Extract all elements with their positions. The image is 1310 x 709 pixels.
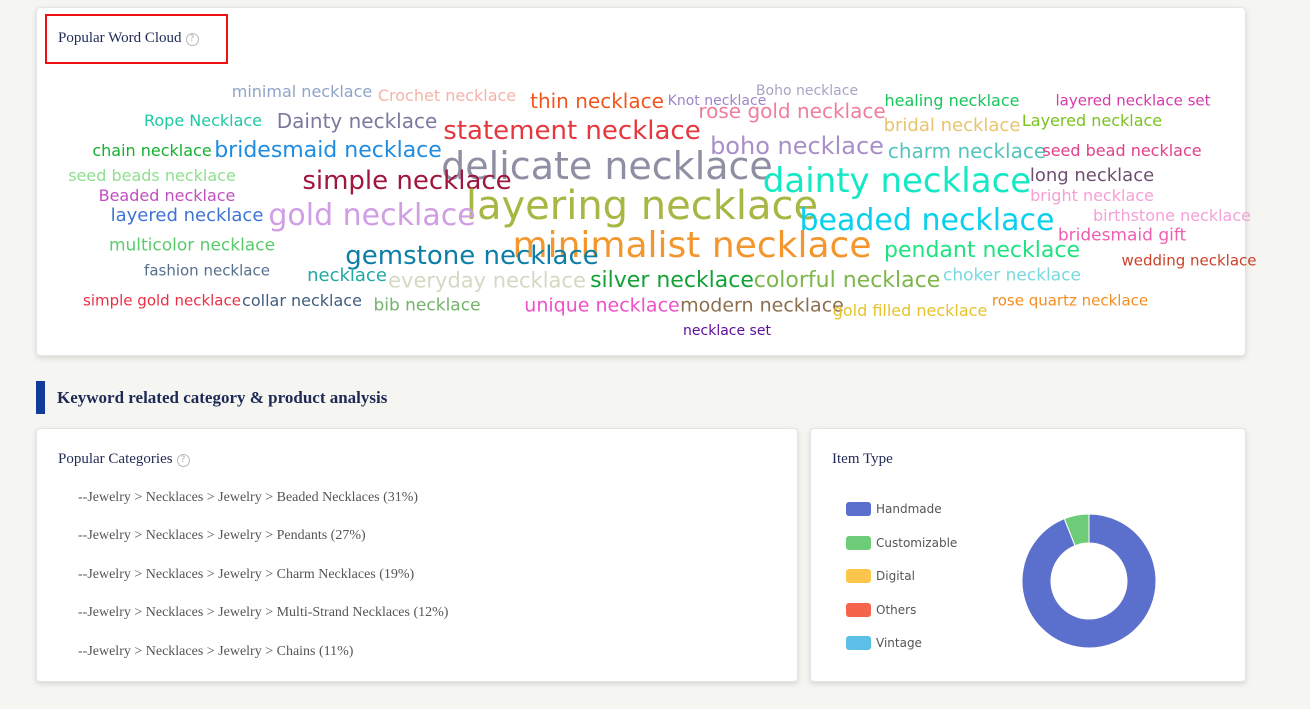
popular-categories-title: Popular Categories? <box>58 451 190 468</box>
word-cloud-term[interactable]: layered necklace <box>111 207 264 225</box>
word-cloud-term[interactable]: seed beads necklace <box>68 168 236 184</box>
word-cloud-term[interactable]: statement necklace <box>443 118 700 144</box>
highlight-box <box>45 14 228 64</box>
category-row[interactable]: --Jewelry > Necklaces > Jewelry > Chains… <box>78 644 353 660</box>
word-cloud-term[interactable]: bright necklace <box>1030 188 1154 204</box>
word-cloud-term[interactable]: rose gold necklace <box>698 101 885 121</box>
legend-label: Digital <box>876 569 915 583</box>
legend-swatch <box>846 502 871 516</box>
item-type-donut-chart <box>1021 513 1157 649</box>
word-cloud-term[interactable]: choker necklace <box>943 267 1081 285</box>
word-cloud-term[interactable]: collar necklace <box>242 293 362 309</box>
word-cloud-term[interactable]: everyday necklace <box>388 270 586 292</box>
word-cloud-term[interactable]: Rope Necklace <box>144 113 262 129</box>
word-cloud-term[interactable]: Dainty necklace <box>277 111 438 131</box>
legend-swatch <box>846 636 871 650</box>
legend-label: Others <box>876 603 917 617</box>
word-cloud-term[interactable]: long necklace <box>1030 167 1154 185</box>
word-cloud-term[interactable]: Boho necklace <box>756 84 858 98</box>
word-cloud-term[interactable]: bib necklace <box>373 297 480 315</box>
category-row[interactable]: --Jewelry > Necklaces > Jewelry > Pendan… <box>78 528 366 544</box>
word-cloud-term[interactable]: modern necklace <box>680 296 844 316</box>
word-cloud-term[interactable]: gold filled necklace <box>833 303 988 319</box>
word-cloud-term[interactable]: chain necklace <box>92 143 211 159</box>
word-cloud-term[interactable]: silver necklace <box>590 270 754 292</box>
word-cloud-term[interactable]: pendant necklace <box>884 240 1080 262</box>
word-cloud-term[interactable]: minimal necklace <box>232 84 372 100</box>
word-cloud-term[interactable]: bridesmaid necklace <box>214 140 442 162</box>
category-row[interactable]: --Jewelry > Necklaces > Jewelry > Multi-… <box>78 605 448 621</box>
section-accent-bar <box>36 381 45 414</box>
help-icon[interactable]: ? <box>176 454 190 467</box>
category-row[interactable]: --Jewelry > Necklaces > Jewelry > Charm … <box>78 567 414 583</box>
legend-label: Vintage <box>876 636 922 650</box>
word-cloud-term[interactable]: gold necklace <box>268 201 475 231</box>
item-type-title: Item Type <box>832 451 893 467</box>
popular-categories-card: Popular Categories? --Jewelry > Necklace… <box>36 428 798 682</box>
category-row[interactable]: --Jewelry > Necklaces > Jewelry > Beaded… <box>78 490 418 506</box>
word-cloud-term[interactable]: rose quartz necklace <box>992 293 1148 309</box>
legend-label: Handmade <box>876 502 942 516</box>
word-cloud-term[interactable]: fashion necklace <box>144 263 270 279</box>
word-cloud-term[interactable]: wedding necklace <box>1121 253 1256 269</box>
legend-label: Customizable <box>876 536 958 550</box>
word-cloud-term[interactable]: Beaded necklace <box>99 188 236 204</box>
popular-categories-title-text: Popular Categories <box>58 451 173 467</box>
word-cloud-term[interactable]: necklace set <box>683 324 771 338</box>
word-cloud-term[interactable]: seed bead necklace <box>1042 143 1201 159</box>
word-cloud-term[interactable]: simple gold necklace <box>83 293 241 309</box>
word-cloud-term[interactable]: necklace <box>307 267 387 285</box>
legend-swatch <box>846 603 871 617</box>
word-cloud-term[interactable]: bridal necklace <box>884 117 1021 135</box>
word-cloud-term[interactable]: layered necklace set <box>1055 93 1210 109</box>
legend-swatch <box>846 569 871 583</box>
word-cloud-term[interactable]: birthstone necklace <box>1093 208 1251 224</box>
section-title: Keyword related category & product analy… <box>57 388 388 407</box>
word-cloud-term[interactable]: layering necklace <box>466 186 818 226</box>
word-cloud-term[interactable]: thin necklace <box>530 91 664 111</box>
word-cloud-term[interactable]: healing necklace <box>885 93 1020 109</box>
legend-swatch <box>846 536 871 550</box>
word-cloud-term[interactable]: Layered necklace <box>1022 113 1162 129</box>
word-cloud-term[interactable]: unique necklace <box>524 296 679 316</box>
word-cloud-term[interactable]: charm necklace <box>888 141 1046 161</box>
word-cloud-term[interactable]: multicolor necklace <box>109 237 275 255</box>
word-cloud-term[interactable]: Crochet necklace <box>378 88 516 104</box>
word-cloud-term[interactable]: colorful necklace <box>754 270 941 292</box>
item-type-card: Item Type Handmade Customizable Digital … <box>810 428 1246 682</box>
